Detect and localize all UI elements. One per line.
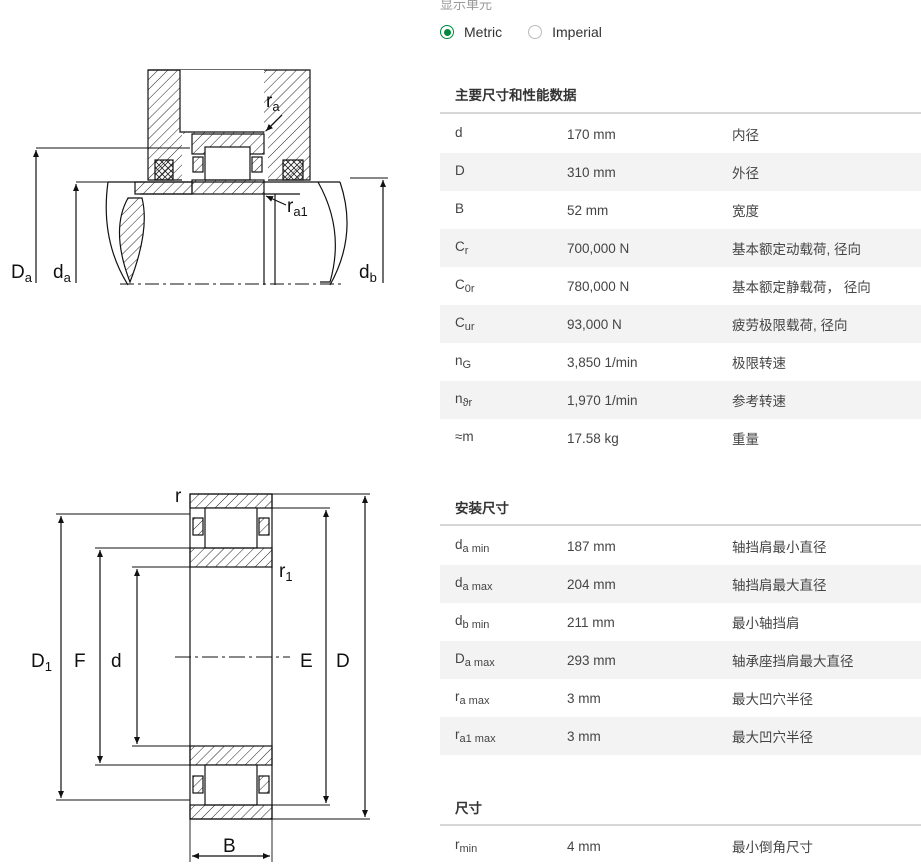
- row-value: 293 mm: [567, 652, 616, 668]
- section-divider: [440, 524, 921, 526]
- bearing-section-drawing: [56, 493, 370, 862]
- row-symbol: Cr: [455, 239, 469, 257]
- row-symbol: nϑr: [455, 391, 473, 409]
- label-r1: r1: [279, 561, 293, 584]
- row-value: 17.58 kg: [567, 430, 619, 446]
- table-row: nϑr 1,970 1/min 参考转速: [440, 381, 921, 419]
- row-symbol: db min: [455, 613, 490, 631]
- row-symbol: ≈m: [455, 429, 474, 444]
- table-row: Cr 700,000 N 基本额定动载荷, 径向: [440, 229, 921, 267]
- row-description: 最大凹穴半径: [732, 730, 813, 745]
- row-description: 轴挡肩最大直径: [732, 578, 827, 593]
- row-description: 最小倒角尺寸: [732, 840, 813, 855]
- table-row: ra max 3 mm 最大凹穴半径: [440, 679, 921, 717]
- row-symbol: nG: [455, 353, 472, 371]
- row-description: 最小轴挡肩: [732, 616, 800, 631]
- row-description: 基本额定动载荷, 径向: [732, 242, 862, 257]
- mounting-drawing: [33, 69, 388, 286]
- row-symbol: d: [455, 125, 463, 140]
- row-description: 宽度: [732, 204, 759, 219]
- metric-radio-circle[interactable]: [440, 25, 454, 39]
- label-db: db: [359, 262, 377, 285]
- table-row: ra1 max 3 mm 最大凹穴半径: [440, 717, 921, 755]
- row-value: 93,000 N: [567, 316, 622, 332]
- row-value: 4 mm: [567, 838, 601, 854]
- section-title-dimensions: 尺寸: [455, 801, 482, 816]
- metric-label: Metric: [464, 24, 503, 40]
- label-r: r: [175, 486, 182, 507]
- row-symbol: da max: [455, 575, 493, 593]
- row-value: 3 mm: [567, 690, 601, 706]
- main-data-table: d 170 mm 内径 D 310 mm 外径 B 52 mm 宽度 Cr 700,000 N…: [440, 115, 921, 457]
- table-row: db min 211 mm 最小轴挡肩: [440, 603, 921, 641]
- row-symbol: ra1 max: [455, 727, 496, 745]
- label-da: da: [53, 262, 72, 285]
- label-Da: Da: [11, 262, 33, 285]
- table-row: d 170 mm 内径: [440, 115, 921, 153]
- row-symbol: ra max: [455, 689, 490, 707]
- row-symbol: Cur: [455, 315, 475, 333]
- imperial-label: Imperial: [552, 24, 602, 40]
- dimensions-data-table: rmin 4 mm 最小倒角尺寸: [440, 827, 921, 865]
- row-symbol: rmin: [455, 837, 478, 855]
- section-title-mounting: 安装尺寸: [455, 501, 509, 516]
- row-value: 187 mm: [567, 538, 616, 554]
- table-row: rmin 4 mm 最小倒角尺寸: [440, 827, 921, 865]
- row-description: 极限转速: [732, 356, 786, 371]
- row-description: 轴承座挡肩最大直径: [732, 654, 854, 669]
- row-symbol: B: [455, 201, 465, 216]
- section-title-main: 主要尺寸和性能数据: [455, 88, 577, 103]
- label-ra1: ra1: [287, 196, 308, 219]
- row-description: 外径: [732, 166, 759, 181]
- imperial-radio[interactable]: Imperial: [528, 24, 602, 40]
- table-row: da max 204 mm 轴挡肩最大直径: [440, 565, 921, 603]
- label-d: d: [111, 651, 122, 672]
- label-F: F: [74, 651, 86, 672]
- row-value: 52 mm: [567, 202, 609, 218]
- row-symbol: C0r: [455, 277, 475, 295]
- mounting-data-table: da min 187 mm 轴挡肩最小直径 da max 204 mm 轴挡肩最大直径 …: [440, 527, 921, 755]
- row-value: 700,000 N: [567, 240, 630, 256]
- row-description: 最大凹穴半径: [732, 692, 813, 707]
- row-value: 780,000 N: [567, 278, 630, 294]
- row-description: 重量: [732, 432, 759, 447]
- table-row: D 310 mm 外径: [440, 153, 921, 191]
- metric-radio[interactable]: Metric: [440, 24, 502, 40]
- row-description: 轴挡肩最小直径: [732, 540, 827, 555]
- label-D: D: [336, 651, 350, 672]
- table-row: Cur 93,000 N 疲劳极限载荷, 径向: [440, 305, 921, 343]
- row-value: 1,970 1/min: [567, 392, 638, 408]
- label-B: B: [223, 836, 236, 857]
- row-symbol: Da max: [455, 651, 495, 669]
- bearing-drawings: ra ra1 Da da db r r1 D1 F d E D B: [11, 69, 388, 862]
- label-E: E: [300, 651, 313, 672]
- table-row: C0r 780,000 N 基本额定静载荷， 径向: [440, 267, 921, 305]
- units-title: 显示单元: [440, 0, 493, 12]
- row-value: 170 mm: [567, 126, 616, 142]
- row-value: 3 mm: [567, 728, 601, 744]
- row-value: 204 mm: [567, 576, 616, 592]
- row-symbol: da min: [455, 537, 490, 555]
- row-value: 310 mm: [567, 164, 616, 180]
- section-divider: [440, 824, 921, 826]
- table-row: B 52 mm 宽度: [440, 191, 921, 229]
- imperial-radio-circle[interactable]: [528, 25, 543, 39]
- label-D1: D1: [31, 651, 52, 674]
- unit-selector: Metric Imperial: [440, 24, 628, 40]
- row-description: 参考转速: [732, 394, 786, 409]
- row-symbol: D: [455, 163, 465, 178]
- table-row: da min 187 mm 轴挡肩最小直径: [440, 527, 921, 565]
- row-value: 3,850 1/min: [567, 354, 638, 370]
- table-row: ≈m 17.58 kg 重量: [440, 419, 921, 457]
- table-row: Da max 293 mm 轴承座挡肩最大直径: [440, 641, 921, 679]
- section-divider: [440, 112, 921, 114]
- row-value: 211 mm: [567, 614, 615, 630]
- row-description: 疲劳极限载荷, 径向: [732, 318, 848, 333]
- row-description: 内径: [732, 128, 759, 143]
- table-row: nG 3,850 1/min 极限转速: [440, 343, 921, 381]
- row-description: 基本额定静载荷， 径向: [732, 280, 871, 295]
